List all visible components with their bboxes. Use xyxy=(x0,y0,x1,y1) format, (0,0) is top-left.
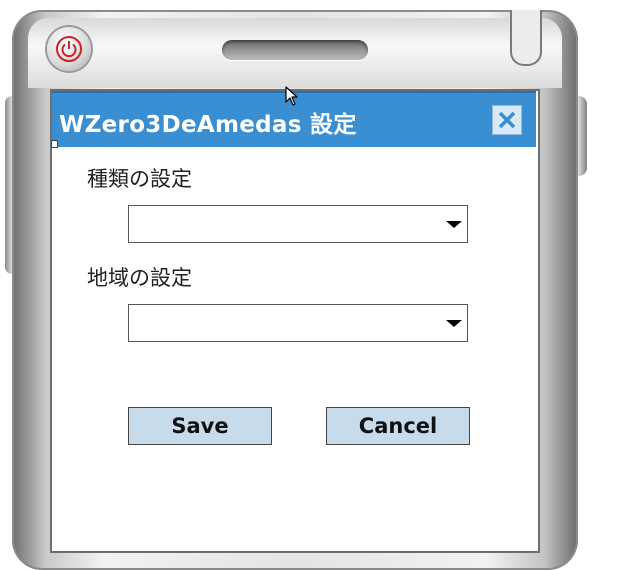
close-icon xyxy=(498,111,516,129)
chevron-down-icon xyxy=(446,221,462,228)
cancel-button[interactable]: Cancel xyxy=(326,407,470,445)
close-button[interactable] xyxy=(492,105,522,135)
speaker-grille xyxy=(222,40,368,60)
mouse-cursor-icon xyxy=(285,86,298,106)
save-button[interactable]: Save xyxy=(128,407,272,445)
power-button[interactable] xyxy=(47,27,91,71)
type-setting-label: 種類の設定 xyxy=(87,167,192,191)
region-select[interactable] xyxy=(128,304,468,342)
stylus-slot xyxy=(510,10,542,66)
resize-handle[interactable] xyxy=(51,140,58,148)
region-setting-label: 地域の設定 xyxy=(87,266,192,290)
type-select[interactable] xyxy=(128,205,468,243)
chevron-down-icon xyxy=(446,320,462,327)
window-title: WZero3DeAmedas 設定 xyxy=(59,112,357,138)
screen: WZero3DeAmedas 設定 種類の設定 地域の設定 Save Cance… xyxy=(51,91,538,551)
power-icon xyxy=(61,41,77,58)
